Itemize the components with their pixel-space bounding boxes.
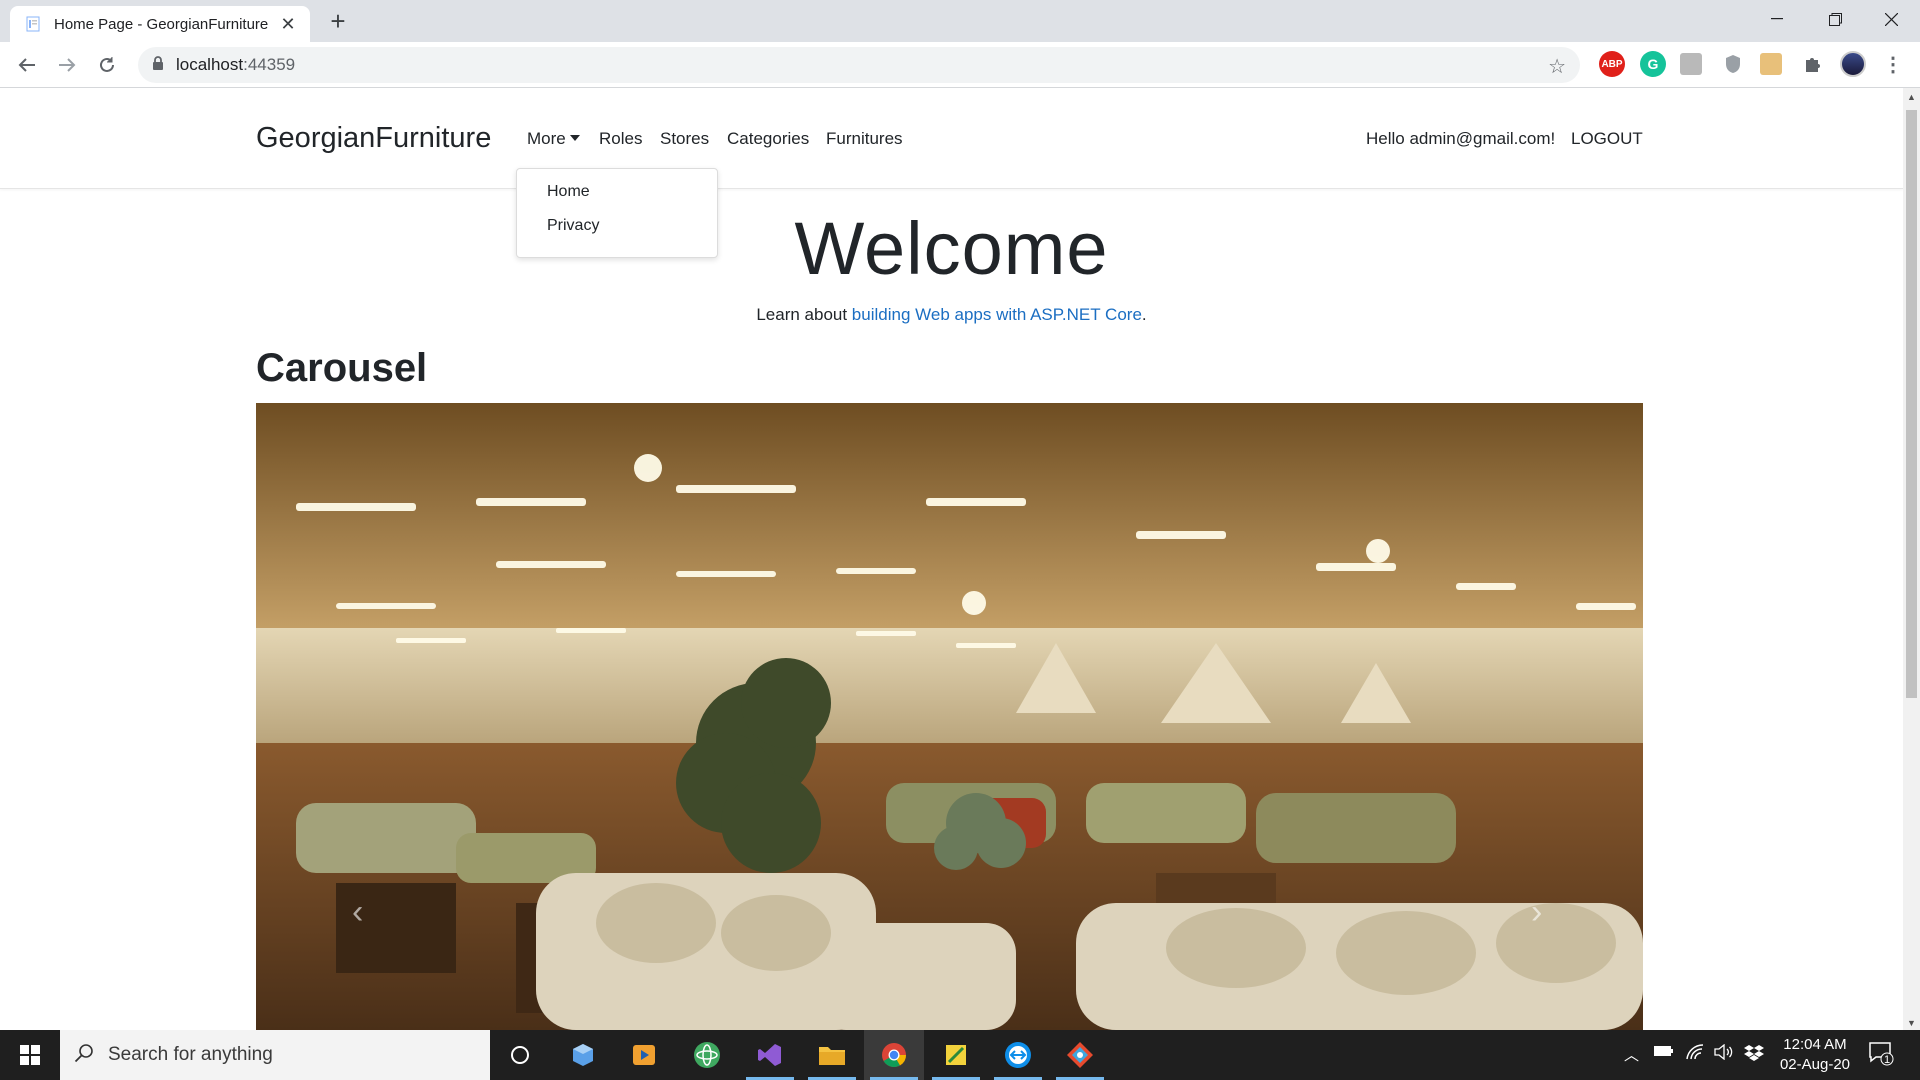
scroll-down-icon[interactable]: ▼ [1907,1018,1916,1028]
carousel-prev-button[interactable]: ‹ [352,893,363,932]
clock-date: 02-Aug-20 [1779,1056,1851,1073]
nav-categories[interactable]: Categories [727,129,809,149]
teamviewer-icon[interactable] [988,1030,1048,1080]
extension-icon[interactable] [1680,53,1702,75]
web-page: GeorgianFurniture More Roles Stores Cate… [0,88,1903,1030]
logout-button[interactable]: LOGOUT [1571,129,1643,149]
system-clock[interactable]: 12:04 AM 02-Aug-20 [1760,1035,1870,1075]
back-arrow-icon[interactable] [12,50,42,80]
nav-furnitures[interactable]: Furnitures [826,129,903,149]
bookmark-star-icon[interactable]: ☆ [1548,54,1566,79]
learn-text: Learn about building Web apps with ASP.N… [756,305,1147,324]
carousel-slide-image [256,403,1643,1030]
carousel-heading: Carousel [256,346,428,390]
dropdown-item-privacy[interactable]: Privacy [547,217,599,235]
site-navbar: GeorgianFurniture More Roles Stores Cate… [0,88,1903,189]
brand-link[interactable]: GeorgianFurniture [256,122,491,155]
welcome-heading: Welcome [794,207,1109,290]
cortana-icon[interactable] [490,1030,550,1080]
profile-avatar[interactable] [1840,51,1866,77]
scrollbar-thumb[interactable] [1906,110,1917,698]
grammarly-icon[interactable]: G [1640,51,1666,77]
learn-link[interactable]: building Web apps with ASP.NET Core [852,305,1142,324]
nav-stores[interactable]: Stores [660,129,709,149]
battery-icon[interactable] [1654,1044,1674,1061]
caret-down-icon [569,135,580,141]
extension-face-icon[interactable] [1760,53,1782,75]
tray-chevron-up-icon[interactable]: ︿ [1624,1044,1639,1065]
address-bar[interactable]: localhost:44359 ☆ [138,47,1580,83]
tab-title: Home Page - GeorgianFurniture [54,15,269,33]
furniture-carousel: ‹ › [256,403,1643,1030]
tab-close-icon[interactable]: ✕ [278,14,298,35]
atom-app-icon[interactable] [677,1030,737,1080]
forward-arrow-icon[interactable] [52,50,82,80]
address-url: localhost:44359 [176,55,296,74]
cube-app-icon[interactable] [553,1030,613,1080]
browser-menu-icon[interactable]: ⋮ [1880,51,1906,77]
sticky-app-icon[interactable] [926,1030,986,1080]
windows-start-icon[interactable] [0,1030,60,1080]
browser-tab-strip: Home Page - GeorgianFurniture ✕ + [0,0,1920,42]
dropdown-item-home[interactable]: Home [547,183,590,201]
windows-taskbar: Search for anything ︿ 12:04 AM 02-Aug-20… [0,1030,1920,1080]
nav-roles[interactable]: Roles [599,129,642,149]
search-icon [74,1043,94,1068]
clock-time: 12:04 AM [1783,1036,1847,1053]
volume-icon[interactable] [1714,1043,1734,1064]
puzzle-icon[interactable] [1800,51,1826,77]
restore-button[interactable] [1806,0,1864,38]
git-app-icon[interactable] [1050,1030,1110,1080]
search-placeholder: Search for anything [108,1044,273,1065]
new-tab-button[interactable]: + [324,8,352,36]
more-dropdown-menu: Home Privacy [516,168,718,258]
file-explorer-icon[interactable] [802,1030,862,1080]
scroll-up-icon[interactable]: ▲ [1907,92,1916,102]
close-window-button[interactable] [1862,0,1920,38]
wifi-icon[interactable] [1686,1044,1704,1064]
media-player-icon[interactable] [614,1030,674,1080]
taskbar-search-box[interactable]: Search for anything [60,1030,490,1080]
page-favicon-icon [24,15,42,33]
page-scrollbar[interactable]: ▲ ▼ [1903,88,1920,1030]
browser-tab-active[interactable]: Home Page - GeorgianFurniture ✕ [10,6,310,42]
visual-studio-icon[interactable] [740,1030,800,1080]
chrome-icon[interactable] [864,1030,924,1080]
notification-count: 1 [1884,1054,1891,1066]
user-greeting[interactable]: Hello admin@gmail.com! [1366,129,1555,149]
reload-icon[interactable] [92,50,122,80]
nav-more-dropdown[interactable]: More [527,129,580,149]
lock-icon [152,55,164,75]
carousel-next-button[interactable]: › [1531,893,1542,932]
browser-toolbar: localhost:44359 ☆ ABP G ⋮ [0,42,1920,88]
minimize-button[interactable] [1748,0,1806,38]
shield-icon[interactable] [1720,51,1746,77]
abp-icon[interactable]: ABP [1599,51,1625,77]
